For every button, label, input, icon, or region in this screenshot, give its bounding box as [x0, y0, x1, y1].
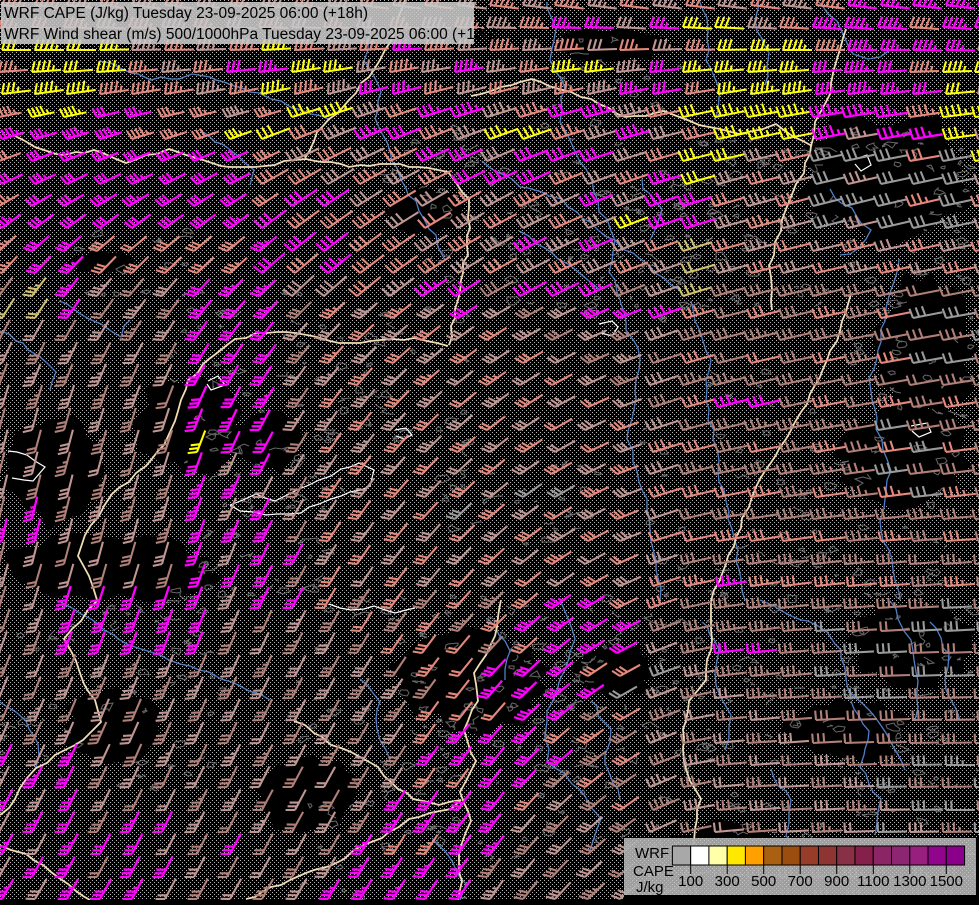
svg-text:500: 500	[751, 873, 776, 890]
svg-text:700: 700	[788, 873, 813, 890]
svg-text:CAPE: CAPE	[633, 863, 674, 880]
svg-text:1300: 1300	[893, 873, 926, 890]
svg-text:100: 100	[678, 873, 703, 890]
svg-text:1500: 1500	[930, 873, 963, 890]
svg-text:WRF Wind shear (m/s) 500/1000h: WRF Wind shear (m/s) 500/1000hPa Tuesday…	[4, 26, 497, 43]
svg-text:300: 300	[715, 873, 740, 890]
svg-text:WRF: WRF	[635, 845, 669, 862]
svg-text:1100: 1100	[857, 873, 889, 890]
svg-text:J/kg: J/kg	[636, 879, 664, 896]
svg-text:WRF CAPE (J/kg) Tuesday 23-09-: WRF CAPE (J/kg) Tuesday 23-09-2025 06:00…	[4, 5, 368, 22]
svg-text:900: 900	[824, 873, 849, 890]
